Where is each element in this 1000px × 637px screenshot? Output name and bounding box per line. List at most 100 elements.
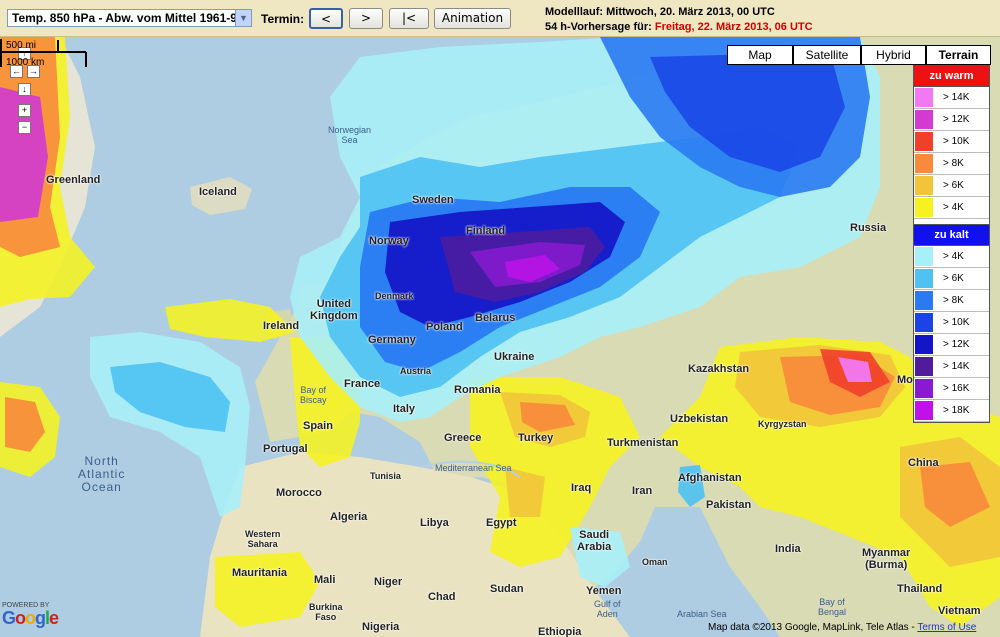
legend-row-warm-1: > 12K <box>914 109 989 131</box>
label-saudi-arabia: Saudi Arabia <box>577 529 612 553</box>
label-iceland: Iceland <box>199 186 237 198</box>
zoom-in-button[interactable]: + <box>18 104 31 117</box>
legend-warm-rows: > 14K > 12K > 10K > 8K > 6K > 4K <box>914 87 989 219</box>
legend-row-warm-0: > 14K <box>914 87 989 109</box>
legend-swatch <box>915 357 933 376</box>
legend-label: > 8K <box>943 158 964 169</box>
label-norwegian-sea: Norwegian Sea <box>328 125 372 145</box>
label-china: China <box>908 457 939 469</box>
label-chad: Chad <box>428 591 456 603</box>
legend-warm-title: zu warm <box>914 66 989 87</box>
maptype-hybrid[interactable]: Hybrid <box>861 45 926 65</box>
label-vietnam: Vietnam <box>938 605 981 617</box>
prev-button[interactable]: < <box>309 8 343 29</box>
legend-label: > 4K <box>943 202 964 213</box>
label-morocco: Morocco <box>276 487 322 499</box>
legend-row-warm-5: > 4K <box>914 197 989 219</box>
terms-link[interactable]: Terms of Use <box>917 622 976 633</box>
maptype-map[interactable]: Map <box>727 45 793 65</box>
legend-label: > 6K <box>943 273 964 284</box>
next-button[interactable]: > <box>349 8 383 29</box>
legend-swatch <box>915 198 933 217</box>
label-niger: Niger <box>374 576 403 588</box>
label-austria: Austria <box>400 366 432 376</box>
label-tunisia: Tunisia <box>370 471 401 481</box>
first-button[interactable]: |< <box>389 8 429 29</box>
forecast-text: 54 h-Vorhersage für: Freitag, 22. März 2… <box>545 21 813 33</box>
label-ukraine: Ukraine <box>494 351 535 363</box>
animation-button[interactable]: Animation <box>434 8 511 29</box>
pan-down-button[interactable]: ↓ <box>18 83 31 96</box>
scale-mi: 500 mi <box>6 40 36 51</box>
label-nigeria: Nigeria <box>362 621 400 633</box>
label-ethiopia: Ethiopia <box>538 626 582 637</box>
label-pakistan: Pakistan <box>706 499 752 511</box>
forecast-date: Freitag, 22. März 2013, 06 UTC <box>654 21 813 33</box>
legend-cold-rows: > 4K > 6K > 8K > 10K > 12K > 14K > 16K > 18K <box>914 246 989 422</box>
label-mongolia: Mo <box>897 374 913 386</box>
maptype-terrain[interactable]: Terrain <box>926 45 991 65</box>
legend-swatch <box>915 269 933 288</box>
label-greece: Greece <box>444 432 482 444</box>
label-belarus: Belarus <box>475 312 516 324</box>
label-sweden: Sweden <box>412 194 454 206</box>
label-spain: Spain <box>303 420 333 432</box>
label-united-kingdom: United Kingdom <box>310 298 358 322</box>
label-yemen: Yemen <box>586 585 622 597</box>
legend-row-cold-4: > 12K <box>914 334 989 356</box>
label-turkey: Turkey <box>518 432 554 444</box>
legend-swatch <box>915 132 933 151</box>
legend-label: > 14K <box>943 92 970 103</box>
map-terrain-layer <box>0 37 1000 637</box>
label-algeria: Algeria <box>330 511 368 523</box>
legend-swatch <box>915 247 933 266</box>
map-canvas[interactable]: Norwegian Sea Greenland Iceland Sweden F… <box>0 37 1000 637</box>
legend-swatch <box>915 291 933 310</box>
google-wordmark: Google <box>2 608 59 628</box>
legend-label: > 14K <box>943 361 970 372</box>
label-myanmar: Myanmar (Burma) <box>862 547 911 571</box>
label-denmark: Denmark <box>375 291 414 301</box>
legend-label: > 8K <box>943 295 964 306</box>
chevron-down-icon[interactable]: ▼ <box>235 10 251 26</box>
legend-label: > 6K <box>943 180 964 191</box>
zoom-out-button[interactable]: − <box>18 121 31 134</box>
label-arabian-sea: Arabian Sea <box>677 609 727 619</box>
google-logo[interactable]: POWERED BY Google <box>2 602 59 628</box>
termin-label: Termin: <box>261 12 305 26</box>
label-sudan: Sudan <box>490 583 524 595</box>
legend-swatch <box>915 88 933 107</box>
legend-row-warm-2: > 10K <box>914 131 989 153</box>
legend-label: > 4K <box>943 251 964 262</box>
label-oman: Oman <box>642 557 668 567</box>
product-select[interactable]: Temp. 850 hPa - Abw. vom Mittel 1961-90 … <box>7 9 252 27</box>
label-burkina-faso: Burkina Faso <box>309 602 343 622</box>
label-portugal: Portugal <box>263 443 308 455</box>
label-mali: Mali <box>314 574 336 586</box>
legend-row-warm-4: > 6K <box>914 175 989 197</box>
label-western-sahara: Western Sahara <box>245 529 281 549</box>
temperature-legend: zu warm > 14K > 12K > 10K > 8K > 6K > 4K zu k… <box>913 65 990 423</box>
legend-row-cold-1: > 6K <box>914 268 989 290</box>
maptype-satellite[interactable]: Satellite <box>793 45 861 65</box>
model-run-text: Modelllauf: Mittwoch, 20. März 2013, 00 … <box>545 6 775 18</box>
map-credit: Map data ©2013 Google, MapLink, Tele Atl… <box>708 622 976 633</box>
legend-row-cold-0: > 4K <box>914 246 989 268</box>
legend-swatch <box>915 335 933 354</box>
label-iraq: Iraq <box>571 482 592 494</box>
legend-label: > 16K <box>943 383 970 394</box>
top-toolbar: Temp. 850 hPa - Abw. vom Mittel 1961-90 … <box>0 0 1000 37</box>
label-turkmenistan: Turkmenistan <box>607 437 679 449</box>
legend-label: > 12K <box>943 339 970 350</box>
label-libya: Libya <box>420 517 449 529</box>
legend-label: > 18K <box>943 405 970 416</box>
legend-row-cold-5: > 14K <box>914 356 989 378</box>
legend-cold-title: zu kalt <box>914 225 989 246</box>
label-kazakhstan: Kazakhstan <box>688 363 750 375</box>
label-russia: Russia <box>850 222 887 234</box>
legend-swatch <box>915 154 933 173</box>
legend-row-cold-7: > 18K <box>914 400 989 422</box>
legend-swatch <box>915 401 933 420</box>
label-india: India <box>775 543 801 555</box>
legend-label: > 10K <box>943 317 970 328</box>
